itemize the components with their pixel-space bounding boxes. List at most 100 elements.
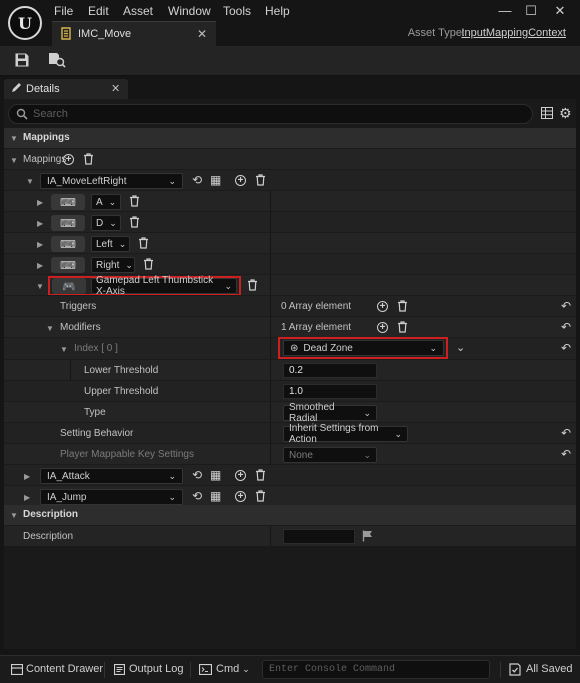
console-command-input[interactable] [262,660,490,679]
key-selector[interactable]: A ⌄ [91,194,121,210]
title-bar: U File Edit Asset Window Tools Help — ☐ … [0,0,580,48]
search-input[interactable] [33,106,523,122]
details-tab[interactable]: Details ✕ [4,79,128,99]
expand-arrow-icon[interactable]: ▶ [37,198,43,207]
output-log-button[interactable]: Output Log [129,663,183,675]
close-tab-icon[interactable]: ✕ [197,27,207,41]
trash-icon[interactable] [143,258,154,273]
all-saved-status[interactable]: All Saved [526,663,572,675]
player-mappable-row: Player Mappable Key Settings None ⌄ ↶ [4,443,576,464]
menu-file[interactable]: File [54,4,73,20]
collapse-arrow-icon[interactable]: ▼ [26,177,34,186]
trash-icon[interactable] [255,174,266,189]
trash-icon[interactable] [255,469,266,484]
minimize-icon[interactable]: — [493,3,517,21]
search-icon [16,108,28,123]
input-action-combo[interactable]: IA_MoveLeftRight ⌄ [40,173,183,189]
collapse-arrow-icon[interactable]: ▼ [46,324,54,333]
expand-arrow-icon[interactable]: ▶ [37,240,43,249]
expand-arrow-icon[interactable]: ▶ [24,472,30,481]
table-view-icon[interactable] [541,107,553,122]
modifiers-value: 1 Array element [281,322,352,333]
maximize-icon[interactable]: ☐ [519,3,543,21]
asset-type-link[interactable]: InputMappingContext [461,27,566,39]
menu-help[interactable]: Help [265,4,290,20]
save-icon[interactable] [14,52,32,70]
section-title: Description [23,509,79,520]
reset-to-default-icon[interactable]: ↶ [561,448,571,460]
upper-threshold-label: Upper Threshold [84,386,159,397]
keyboard-icon[interactable]: ⌨ [51,194,85,210]
key-selector[interactable]: D ⌄ [91,215,121,231]
menu-edit[interactable]: Edit [88,4,109,20]
reset-to-default-icon[interactable]: ↶ [561,427,571,439]
type-combo[interactable]: Smoothed Radial ⌄ [283,402,377,424]
modifiers-row: ▼ Modifiers 1 Array element + ↶ [4,316,576,337]
add-mapping-icon[interactable]: + [63,154,74,165]
trash-icon[interactable] [138,237,149,252]
unreal-logo-icon[interactable]: U [8,6,42,40]
triggers-value: 0 Array element [281,301,352,312]
trash-icon[interactable] [397,321,408,336]
input-action-combo[interactable]: IA_Attack ⌄ [40,468,183,484]
collapse-arrow-icon[interactable]: ▼ [60,345,68,354]
lower-threshold-field[interactable]: 0.2 [283,363,377,378]
type-row: Type Smoothed Radial ⌄ [4,401,576,424]
keyboard-icon[interactable]: ⌨ [51,236,85,252]
close-window-icon[interactable]: ✕ [548,3,572,21]
expand-arrow-icon[interactable]: ▶ [37,261,43,270]
browse-folder-icon[interactable]: ▦ [210,469,221,481]
add-modifier-icon[interactable]: + [377,322,388,333]
key-selector[interactable]: Right ⌄ [91,257,135,273]
upper-threshold-field[interactable]: 1.0 [283,384,377,399]
trash-icon[interactable] [83,153,94,168]
setting-behavior-combo[interactable]: Inherit Settings from Action ⌄ [283,423,408,445]
add-trigger-icon[interactable]: + [377,301,388,312]
reset-to-default-icon[interactable]: ↶ [561,321,571,333]
menu-asset[interactable]: Asset [123,4,153,20]
key-selector[interactable]: Left ⌄ [91,236,130,252]
add-key-icon[interactable]: + [235,470,246,481]
trash-icon[interactable] [129,216,140,231]
keyboard-icon[interactable]: ⌨ [51,257,85,273]
trash-icon[interactable] [129,195,140,210]
keyboard-icon[interactable]: ⌨ [51,215,85,231]
content-drawer-button[interactable]: Content Drawer [26,663,103,675]
mappings-section-header[interactable]: ▼ Mappings [4,128,576,148]
expand-arrow-icon[interactable]: ▶ [24,493,30,502]
collapse-arrow-icon[interactable]: ▼ [10,156,18,165]
description-section-header[interactable]: ▼ Description [4,505,576,525]
menu-tools[interactable]: Tools [223,4,251,20]
reset-arrow-icon[interactable]: ⟲ [192,490,202,502]
modifier-type-combo[interactable]: ⊛ Dead Zone ⌄ [283,340,444,356]
expand-arrow-icon[interactable]: ▶ [37,219,43,228]
description-field[interactable] [283,529,355,544]
browse-folder-icon[interactable]: ▦ [210,174,221,186]
trash-icon[interactable] [397,300,408,315]
collapse-arrow-icon[interactable]: ▼ [36,282,44,291]
key-selector[interactable]: Gamepad Left Thumbstick X-Axis ⌄ [91,275,237,297]
browse-to-asset-icon[interactable] [48,52,66,70]
asset-editor-tab[interactable]: IMC_Move ✕ [52,21,216,46]
reset-arrow-icon[interactable]: ⟲ [192,174,202,186]
type-label: Type [84,407,106,418]
reset-to-default-icon[interactable]: ↶ [561,342,571,354]
modifiers-label: Modifiers [60,322,101,333]
close-details-icon[interactable]: ✕ [111,82,120,95]
description-row: Description [4,525,576,546]
browse-folder-icon[interactable]: ▦ [210,490,221,502]
gamepad-icon[interactable]: 🎮 [52,278,86,294]
trash-icon[interactable] [255,490,266,505]
reset-to-default-icon[interactable]: ↶ [561,300,571,312]
add-key-icon[interactable]: + [235,491,246,502]
reset-arrow-icon[interactable]: ⟲ [192,469,202,481]
chevron-down-icon[interactable]: ⌄ [456,341,465,354]
flag-icon[interactable] [362,530,373,545]
menu-window[interactable]: Window [168,4,211,20]
settings-gear-icon[interactable]: ⚙ [559,105,572,122]
player-mappable-combo[interactable]: None ⌄ [283,447,377,463]
add-key-icon[interactable]: + [235,175,246,186]
trash-icon[interactable] [247,279,258,294]
cmd-selector[interactable]: Cmd ⌄ [216,663,250,675]
input-action-combo[interactable]: IA_Jump ⌄ [40,489,183,505]
